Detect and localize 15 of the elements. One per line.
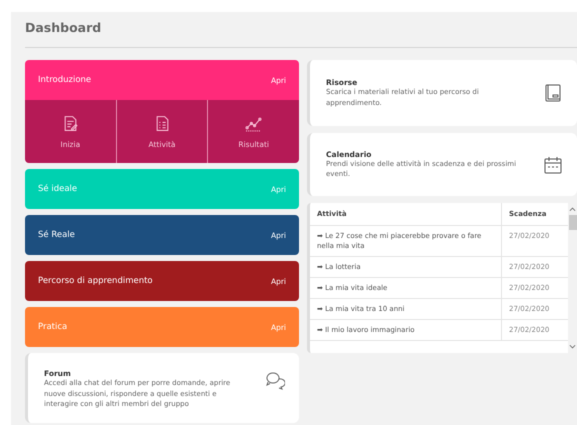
chat-bubbles-icon bbox=[265, 371, 285, 391]
checklist-icon bbox=[154, 114, 170, 132]
module-title: Sé ideale bbox=[38, 184, 78, 194]
module-title: Percorso di apprendimento bbox=[38, 276, 153, 286]
calendar-icon bbox=[543, 154, 563, 174]
scroll-up-icon[interactable] bbox=[569, 206, 576, 212]
module-title: Pratica bbox=[38, 322, 68, 332]
page-title: Dashboard bbox=[25, 19, 102, 37]
module-title: Introduzione bbox=[38, 75, 92, 85]
line-chart-icon bbox=[245, 114, 262, 132]
document-edit-icon bbox=[62, 114, 79, 132]
book-icon bbox=[543, 83, 563, 103]
scrollbar-thumb[interactable] bbox=[568, 215, 576, 230]
module-title: Sé Reale bbox=[38, 230, 75, 240]
scroll-down-icon[interactable] bbox=[569, 344, 576, 350]
